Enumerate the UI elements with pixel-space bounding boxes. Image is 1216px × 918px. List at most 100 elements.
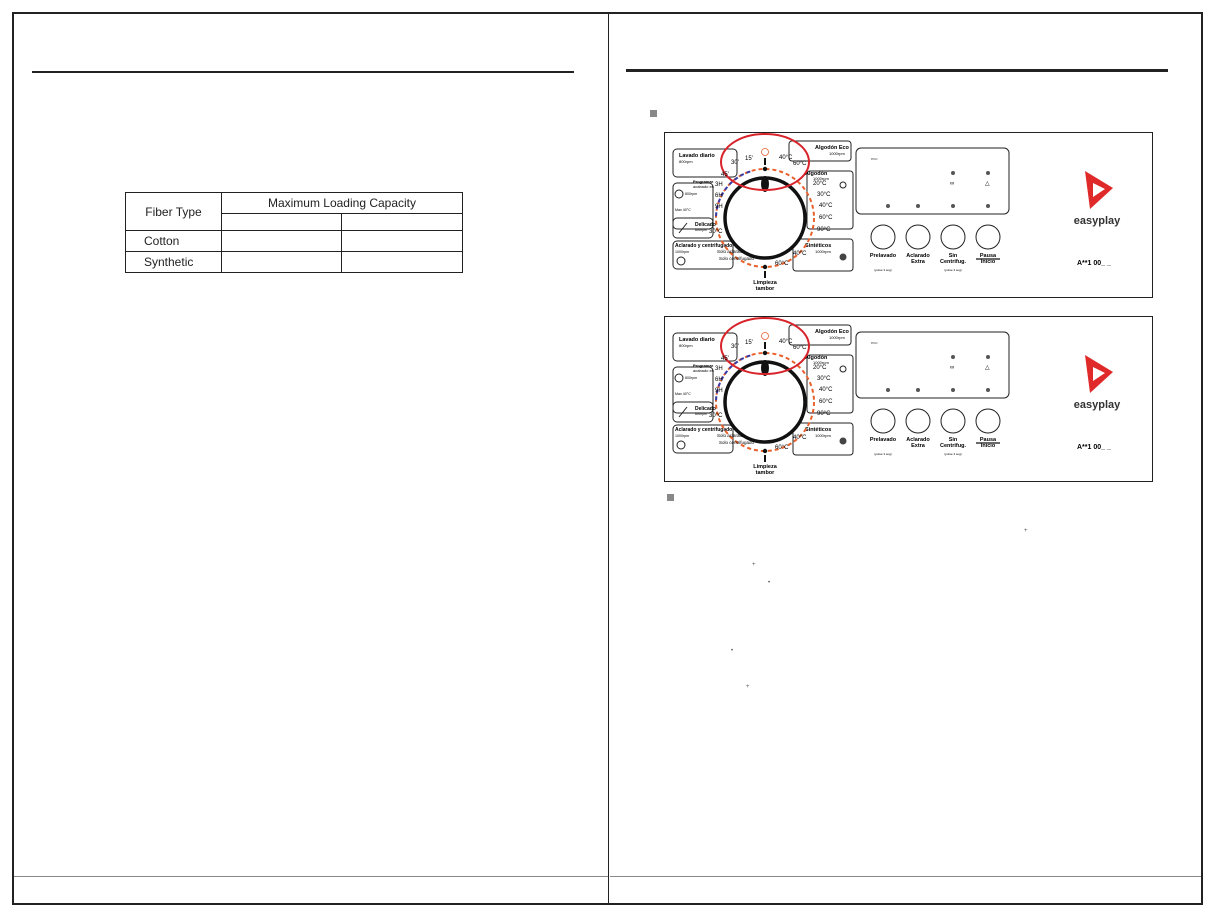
dial-bottom-dot [762, 448, 768, 454]
program-speed: 1000rpm [829, 335, 845, 340]
value-cell [341, 251, 463, 273]
program-extra: Max 40°C [675, 208, 691, 212]
dial-label: 30°C [709, 229, 723, 235]
dial-label: 40°C [793, 251, 807, 257]
program-speed: 1000rpm [675, 434, 689, 438]
dial-label: 9H [715, 388, 723, 394]
footer-rule-left [14, 876, 608, 877]
footnote-mark: • [768, 580, 771, 586]
dial-label: 45' [721, 356, 729, 362]
dial-label: 60°C [819, 215, 833, 221]
dial-label: 3H [715, 366, 723, 372]
dial-label: 90°C [817, 227, 831, 233]
brand-name: easyplay [1074, 399, 1121, 411]
header-max-capacity: Maximum Loading Capacity [221, 192, 463, 214]
dial-label: Solo aclarado [717, 249, 745, 254]
fiber-cell: Synthetic [125, 251, 222, 273]
dial-label: 40°C [819, 203, 833, 209]
dial-label: 40°C [819, 387, 833, 393]
indicator-led [951, 388, 955, 392]
dial-label: 30°C [709, 413, 723, 419]
button-label: Inicio [981, 443, 996, 449]
dial-label: 60°C [775, 261, 789, 267]
header-rule-right [626, 69, 1168, 72]
fiber-cell: Cotton [125, 230, 222, 252]
panel-button-1[interactable] [870, 408, 896, 434]
value-cell [220, 230, 343, 252]
power-icon [761, 332, 769, 340]
status-led [951, 355, 955, 359]
feather-icon [678, 406, 688, 418]
dial-label: 40°C [779, 339, 793, 345]
button-label: Extra [911, 443, 926, 449]
rinse-spin-icon [676, 256, 686, 266]
footer-rule-right [610, 876, 1201, 877]
panel-artwork: Lavado diario800rpmProgramaracabado en80… [672, 317, 1121, 476]
dial-bottom-dot [762, 264, 768, 270]
indicator-led [951, 204, 955, 208]
panel-button-3[interactable] [940, 408, 966, 434]
subheader-cell [220, 213, 343, 231]
program-speed: 600rpm [695, 228, 707, 232]
program-speed: 800rpm [679, 343, 693, 348]
section-bullet-icon [650, 110, 657, 117]
dial-label: 20°C [813, 365, 827, 371]
left-page [12, 12, 609, 905]
control-panel-diagram: Lavado diario 800rpm Programar acabado en 80… [664, 132, 1153, 298]
dial-label: Solo aclarado [717, 433, 745, 438]
model-number: A**1 00_ _ [1077, 260, 1111, 267]
loading-capacity-table: Fiber Type Maximum Loading Capacity Cott… [125, 192, 463, 273]
lock-icon: ∞ [950, 181, 954, 187]
panel-button-3[interactable] [940, 224, 966, 250]
footnote-mark: + [1024, 528, 1028, 534]
dial-label: 60°C [793, 345, 807, 351]
subheader-cell [341, 213, 463, 231]
program-speed: 600rpm [695, 412, 707, 416]
dial-label: 60°C [775, 445, 789, 451]
dial-label: 15' [745, 156, 753, 162]
dial-top-dot [762, 350, 768, 356]
button-label: Centrifug. [940, 443, 966, 449]
dial-label: 9H [715, 204, 723, 210]
button-hint: (pulse 3 seg) [944, 268, 961, 272]
synthetic-icon [839, 437, 847, 445]
control-panel-diagram: Lavado diario 800rpm Programar acabado en 80… [664, 316, 1153, 482]
button-label: Prelavado [870, 253, 897, 259]
panel-button-1[interactable] [870, 224, 896, 250]
footnote-mark: • [731, 648, 734, 654]
program-speed: 1000rpm [675, 250, 689, 254]
program-speed: 800rpm [685, 192, 697, 196]
dial-label: 90°C [817, 411, 831, 417]
indicator-led [986, 204, 990, 208]
footnote-mark: + [746, 684, 750, 690]
model-number: A**1 00_ _ [1077, 444, 1111, 451]
dial-label: 30°C [817, 192, 831, 198]
program-speed: 1000rpm [815, 249, 831, 254]
panel-button-2[interactable] [905, 408, 931, 434]
power-icon [761, 148, 769, 156]
value-cell [341, 230, 463, 252]
status-led [951, 171, 955, 175]
dial-label: 6H [715, 193, 723, 199]
button-label: Prelavado [870, 437, 897, 443]
eco-label: eco [871, 156, 878, 161]
dial-label: 30°C [817, 376, 831, 382]
dial-label: Solo centrifugado [719, 440, 755, 445]
dial-label: 40°C [793, 435, 807, 441]
dial-label: 60°C [793, 161, 807, 167]
clock-icon [674, 189, 684, 199]
dial-bottom-label: tambor [756, 470, 776, 476]
panel-button-4[interactable] [975, 224, 1001, 250]
lock-icon: ∞ [950, 365, 954, 371]
indicator-led [916, 204, 920, 208]
indicator-led [916, 388, 920, 392]
indicator-led [986, 388, 990, 392]
program-speed: 1000rpm [815, 433, 831, 438]
dial-label: 40°C [779, 155, 793, 161]
dial-label: 30' [731, 344, 739, 350]
table-row: Synthetic [125, 251, 463, 273]
indicator-led [886, 204, 890, 208]
panel-button-4[interactable] [975, 408, 1001, 434]
panel-button-2[interactable] [905, 224, 931, 250]
rinse-spin-icon [676, 440, 686, 450]
